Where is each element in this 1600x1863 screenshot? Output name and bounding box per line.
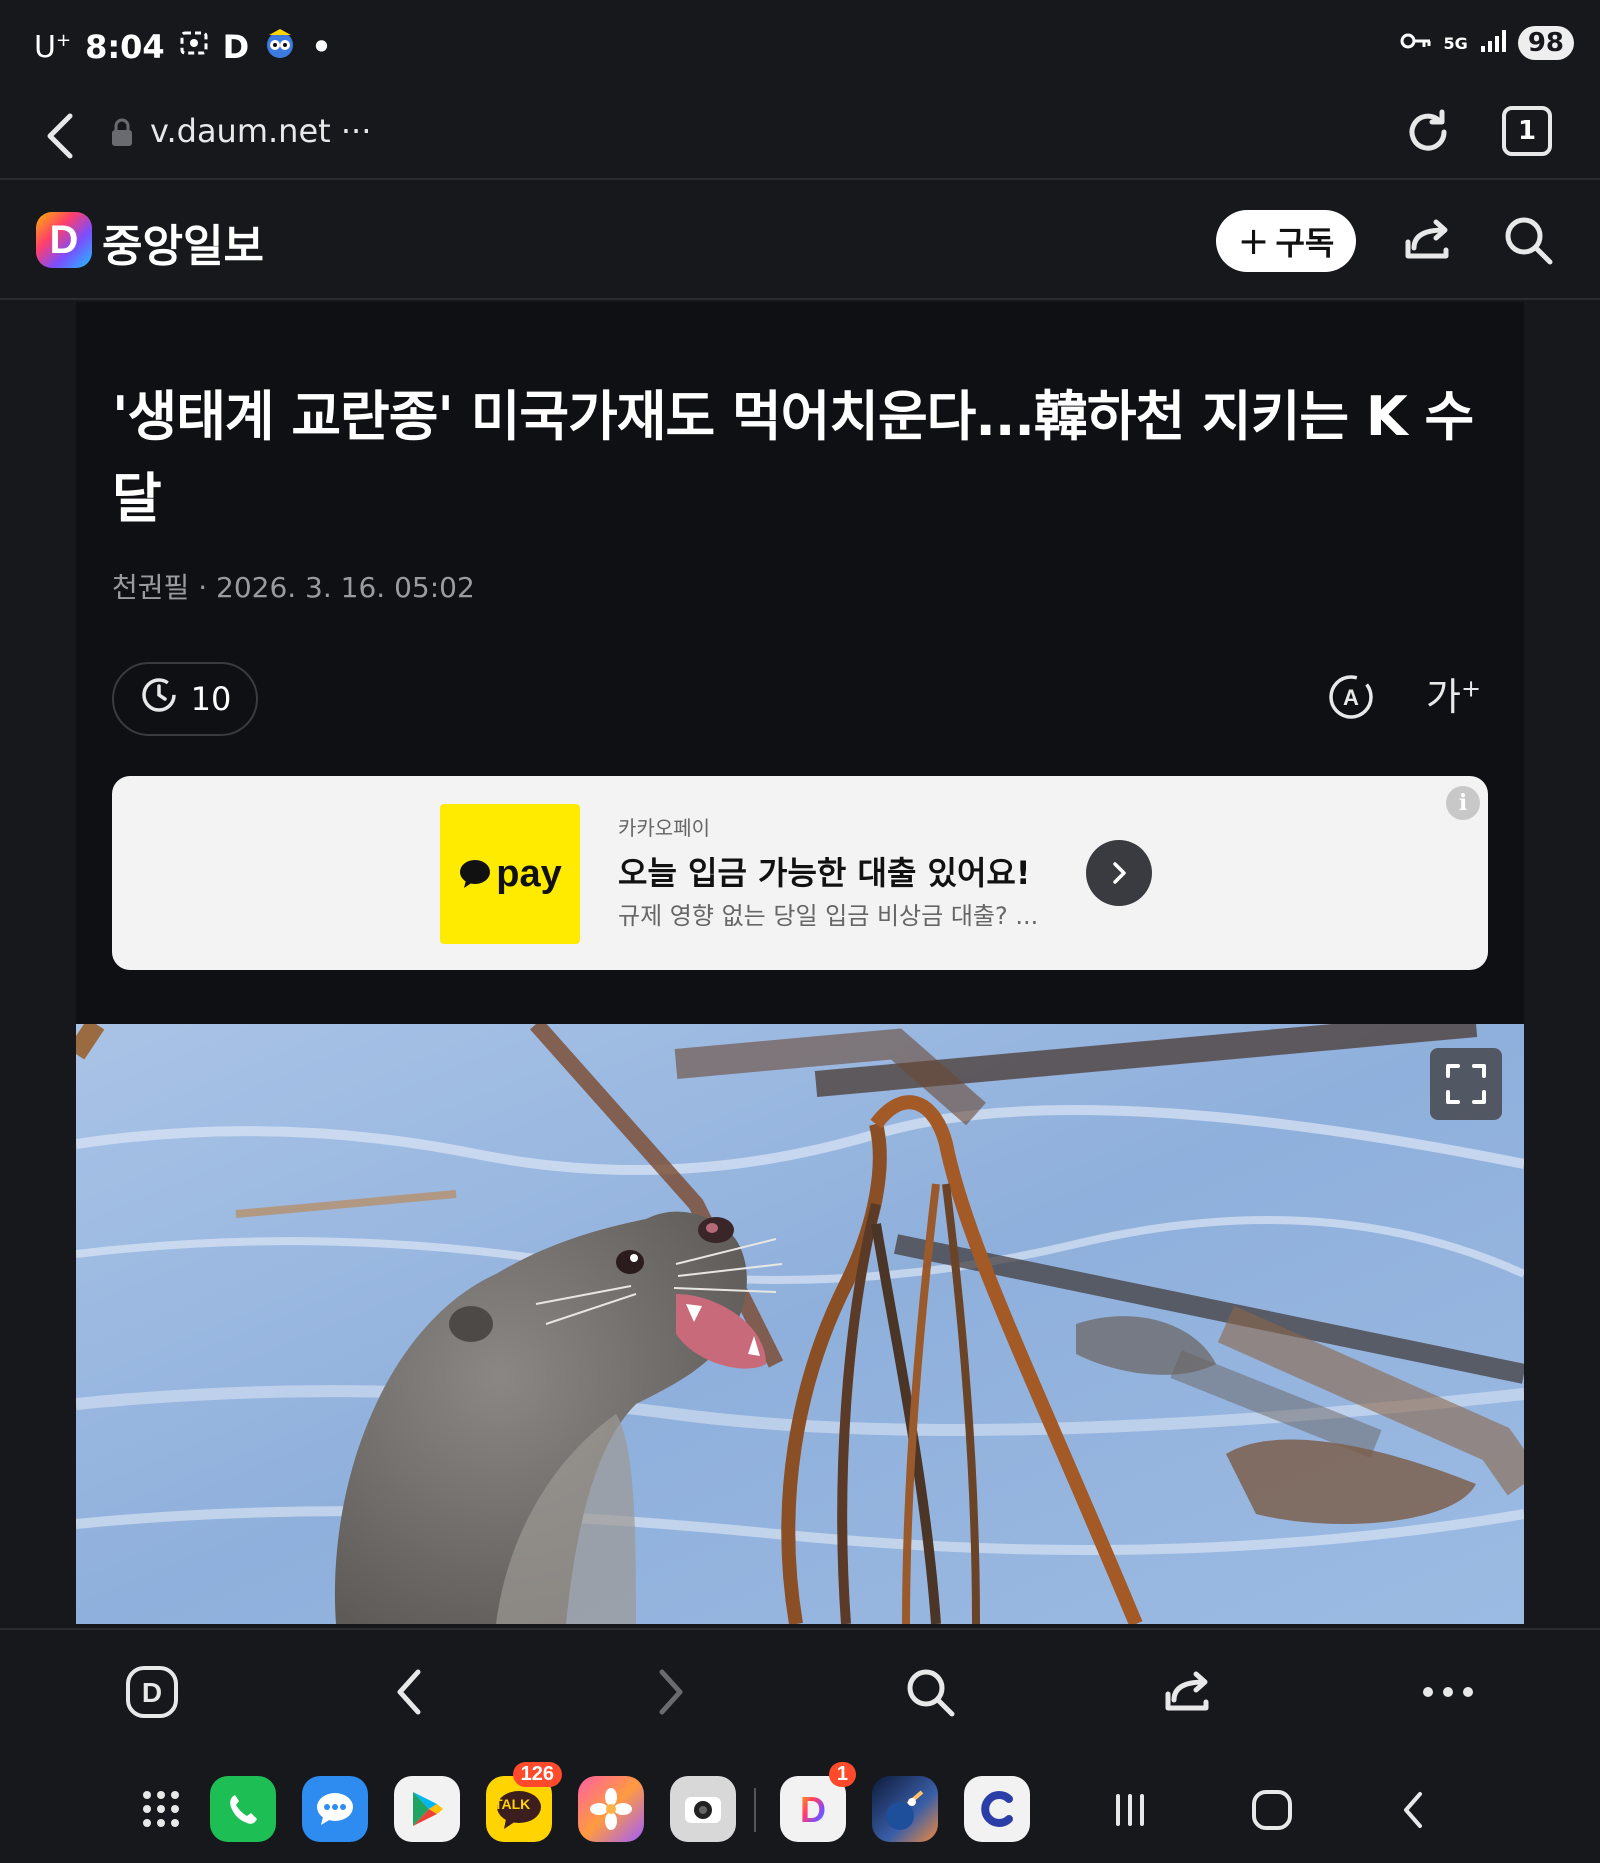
svg-text:D: D — [142, 1677, 162, 1708]
network-5g-icon: 5G — [1443, 33, 1468, 53]
c-app-icon[interactable] — [964, 1776, 1030, 1842]
plus-icon: + — [1237, 219, 1270, 263]
kakaopay-logo: pay — [440, 804, 580, 944]
game-notification-icon — [263, 26, 297, 68]
status-bar: U+ 8:04 D • 5G 98 — [0, 0, 1600, 96]
search-icon[interactable] — [1500, 212, 1556, 272]
tabs-icon[interactable]: 1 — [1502, 106, 1552, 156]
apps-grid-icon[interactable] — [128, 1776, 194, 1842]
kakaotalk-app-icon[interactable]: TALK 126 — [486, 1762, 562, 1842]
publish-date: 2026. 3. 16. 05:02 — [216, 571, 475, 604]
play-store-icon[interactable] — [394, 1776, 460, 1842]
article-headline: '생태계 교란종' 미국가재도 먹어치운다...韓하천 지키는 K 수달 — [112, 385, 1474, 530]
browser-url-bar: v.daum.net ··· 1 — [0, 96, 1600, 180]
speech-bubble-icon — [460, 860, 491, 888]
font-size-button[interactable]: 가+ — [1426, 666, 1481, 721]
recents-icon[interactable] — [1100, 1780, 1160, 1840]
kakaopay-ad[interactable]: pay 카카오페이 오늘 입금 가능한 대출 있어요! 규제 영향 없는 당일 … — [112, 776, 1488, 970]
svg-text:D: D — [800, 1789, 826, 1830]
publisher-name[interactable]: 중앙일보 — [102, 210, 264, 274]
ad-info-icon[interactable]: i — [1446, 786, 1480, 820]
vpn-key-icon — [1400, 30, 1432, 56]
share-icon[interactable] — [1156, 1660, 1220, 1724]
fullscreen-icon[interactable] — [1430, 1048, 1502, 1120]
phone-app-icon[interactable] — [210, 1776, 276, 1842]
author-name[interactable]: 천권필 — [112, 571, 189, 604]
daum-notification-icon: D — [222, 28, 250, 66]
screenshot-icon — [179, 28, 209, 66]
chevron-right-icon[interactable] — [1086, 840, 1152, 906]
share-icon[interactable] — [1400, 212, 1456, 272]
daum-badge: 1 — [828, 1762, 856, 1787]
carrier-label: U+ — [34, 29, 72, 65]
article-photo[interactable] — [76, 1024, 1524, 1624]
back-icon[interactable] — [378, 1660, 442, 1724]
lock-icon — [110, 118, 134, 152]
app-dock: TALK 126 D 1 — [0, 1752, 1600, 1863]
subscribe-label: 구독 — [1275, 224, 1335, 262]
space-game-app-icon[interactable] — [872, 1776, 938, 1842]
search-icon[interactable] — [898, 1660, 962, 1724]
reaction-count: 10 — [190, 680, 232, 718]
signal-icon — [1480, 28, 1506, 58]
back-icon[interactable] — [40, 106, 80, 170]
browser-bottom-toolbar: D — [0, 1628, 1600, 1752]
home-icon[interactable] — [1242, 1780, 1302, 1840]
kakaotalk-label: TALK — [494, 1796, 531, 1812]
otter-photo — [76, 1024, 1524, 1624]
article: '생태계 교란종' 미국가재도 먹어치운다...韓하천 지키는 K 수달 천권필… — [76, 302, 1524, 1624]
byline-separator: · — [198, 571, 208, 604]
history-icon — [139, 675, 179, 723]
dock-divider — [754, 1788, 756, 1832]
kakaotalk-badge: 126 — [512, 1762, 562, 1787]
url-text[interactable]: v.daum.net ··· — [150, 112, 371, 150]
forward-icon[interactable] — [638, 1660, 702, 1724]
notification-dot: • — [311, 28, 332, 66]
clock: 8:04 — [85, 28, 165, 66]
camera-app-icon[interactable] — [670, 1776, 736, 1842]
site-header: D 중앙일보 + 구독 — [0, 182, 1600, 300]
daum-app-icon[interactable]: D 1 — [780, 1762, 856, 1842]
daum-home-icon[interactable]: D — [120, 1660, 184, 1724]
messages-app-icon[interactable] — [302, 1776, 368, 1842]
daum-logo[interactable]: D — [36, 212, 92, 268]
gallery-app-icon[interactable] — [578, 1776, 644, 1842]
reload-icon[interactable] — [1400, 104, 1456, 164]
ad-description: 규제 영향 없는 당일 입금 비상금 대출? ... — [618, 902, 1039, 930]
more-icon[interactable] — [1416, 1660, 1480, 1724]
nav-back-icon[interactable] — [1384, 1780, 1444, 1840]
reaction-button[interactable]: 10 — [112, 662, 258, 736]
article-byline: 천권필 · 2026. 3. 16. 05:02 — [112, 566, 475, 606]
translate-icon[interactable]: A — [1326, 672, 1376, 726]
ad-title: 오늘 입금 가능한 대출 있어요! — [618, 854, 1031, 892]
battery-indicator: 98 — [1517, 26, 1574, 60]
svg-text:A: A — [1343, 685, 1359, 710]
subscribe-button[interactable]: + 구독 — [1216, 210, 1356, 272]
ad-brand: 카카오페이 — [618, 816, 710, 840]
